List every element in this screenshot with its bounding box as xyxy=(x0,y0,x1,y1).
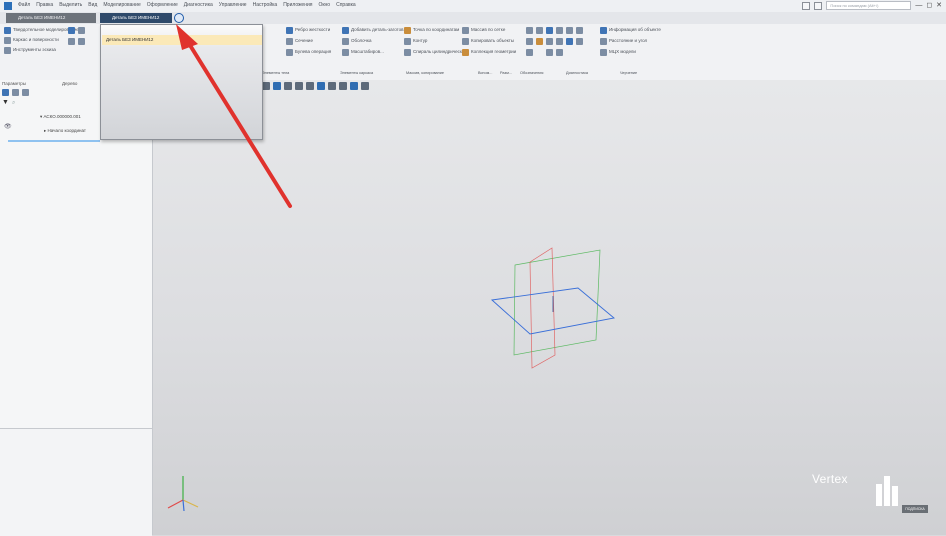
vertex-watermark: Vertex xyxy=(812,472,848,486)
scene-graphics xyxy=(167,24,616,512)
plane-yz[interactable] xyxy=(513,249,601,356)
subscription-badge: ПОДПИСКА xyxy=(902,505,928,513)
axis-triad xyxy=(167,476,199,512)
axis-y xyxy=(182,499,199,508)
axis-x xyxy=(167,499,184,509)
watermark-text: Vertex xyxy=(812,472,848,486)
red-pointer-arrow xyxy=(176,24,292,208)
axis-y2 xyxy=(182,499,185,512)
vertex-logo-icon xyxy=(876,476,898,506)
origin-planes[interactable] xyxy=(490,247,616,369)
